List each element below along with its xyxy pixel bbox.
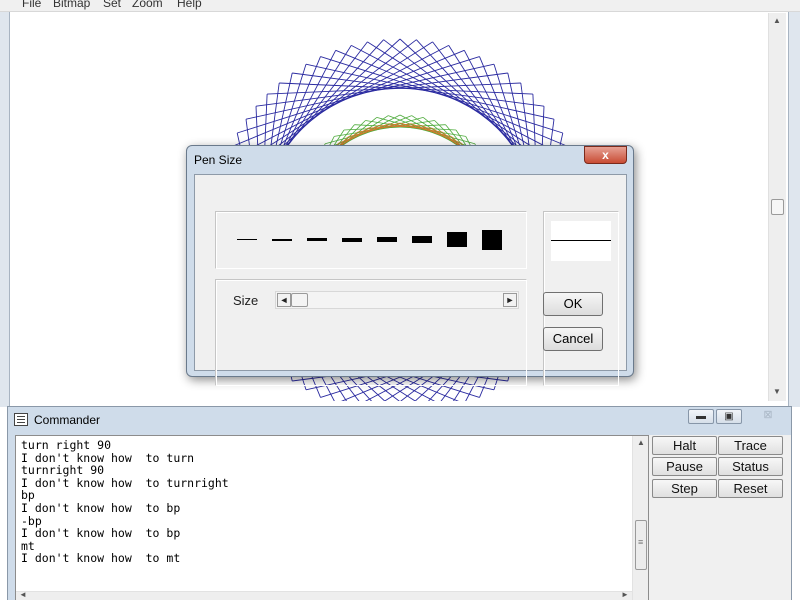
pattern-line (357, 123, 411, 133)
output-line: I don't know how to bp (21, 501, 181, 515)
pen-width-swatches (215, 211, 527, 269)
pen-width-swatch-8[interactable] (482, 230, 502, 250)
pattern-line (338, 123, 390, 144)
window-frame-right (788, 12, 800, 407)
pattern-line (376, 117, 476, 145)
pattern-line (410, 123, 462, 144)
restore-button[interactable]: ▣ (716, 409, 742, 424)
dialog-client-area: Size ◄ ► OK Cancel (194, 174, 627, 386)
menu-bitmap[interactable]: Bitmap (53, 0, 90, 10)
window-frame-left (0, 12, 10, 407)
commander-window: Commander ▬ ▣ ⊠ turn right 90 I don't kn… (7, 406, 792, 600)
scroll-up-icon[interactable]: ▲ (773, 16, 781, 25)
scroll-thumb[interactable] (771, 199, 784, 215)
slider-thumb[interactable] (291, 293, 308, 307)
pen-width-swatch-6[interactable] (412, 236, 432, 243)
slider-right-arrow-icon[interactable]: ► (503, 293, 517, 307)
pattern-line (255, 72, 508, 107)
menu-zoom[interactable]: Zoom (132, 0, 163, 10)
scroll-up-icon[interactable]: ▲ (637, 438, 645, 447)
pattern-line (389, 123, 443, 133)
pattern-line (279, 82, 533, 95)
output-line: I don't know how to turnright (21, 476, 229, 490)
pen-preview-line (551, 240, 611, 241)
commander-app-icon (14, 413, 28, 426)
commander-button-panel: Halt Trace Pause Status Step Reset (649, 435, 791, 600)
scroll-right-icon[interactable]: ► (621, 590, 629, 599)
step-button[interactable]: Step (652, 479, 717, 498)
output-vertical-scrollbar[interactable]: ▲ (632, 436, 648, 600)
canvas-vertical-scrollbar[interactable]: ▲ ▼ (768, 13, 786, 401)
commander-output[interactable]: turn right 90 I don't know how to turn t… (15, 435, 649, 600)
dialog-close-button[interactable]: x (584, 146, 627, 164)
menu-file[interactable]: File (22, 0, 41, 10)
scroll-down-icon[interactable]: ▼ (773, 387, 781, 396)
commander-close-button[interactable]: ⊠ (748, 409, 788, 424)
trace-button[interactable]: Trace (718, 436, 783, 455)
pattern-line (292, 72, 545, 107)
size-slider[interactable]: ◄ ► (275, 291, 519, 309)
pen-size-dialog: Pen Size x Size ◄ ► OK Cancel (186, 145, 634, 386)
pen-width-swatch-7[interactable] (447, 232, 467, 247)
status-button[interactable]: Status (718, 457, 783, 476)
minimize-button[interactable]: ▬ (688, 409, 714, 424)
pen-width-swatch-3[interactable] (307, 238, 327, 241)
pen-preview (551, 221, 611, 261)
output-scroll-thumb[interactable] (635, 520, 647, 570)
ok-button[interactable]: OK (543, 292, 603, 316)
pause-button[interactable]: Pause (652, 457, 717, 476)
cancel-button[interactable]: Cancel (543, 327, 603, 351)
slider-left-arrow-icon[interactable]: ◄ (277, 293, 291, 307)
pen-width-swatch-1[interactable] (237, 239, 257, 240)
output-line: I don't know how to mt (21, 551, 181, 565)
reset-button[interactable]: Reset (718, 479, 783, 498)
output-horizontal-scrollbar[interactable]: ◄ ► (16, 590, 632, 600)
menu-bar: File Bitmap Set Zoom Help (0, 0, 800, 12)
size-label: Size (233, 293, 259, 308)
pattern-line (324, 117, 424, 145)
scroll-left-icon[interactable]: ◄ (19, 590, 27, 599)
pen-width-swatch-5[interactable] (377, 237, 397, 242)
menu-help[interactable]: Help (177, 0, 202, 10)
menu-set[interactable]: Set (103, 0, 121, 10)
dialog-title: Pen Size (194, 153, 243, 167)
halt-button[interactable]: Halt (652, 436, 717, 455)
pattern-line (267, 82, 521, 95)
pen-width-swatch-2[interactable] (272, 239, 292, 241)
commander-title: Commander (34, 413, 101, 427)
pen-width-swatch-4[interactable] (342, 238, 362, 242)
output-line: I don't know how to bp (21, 526, 181, 540)
screen: File Bitmap Set Zoom Help ▲ ▼ Pen Size x (0, 0, 800, 600)
